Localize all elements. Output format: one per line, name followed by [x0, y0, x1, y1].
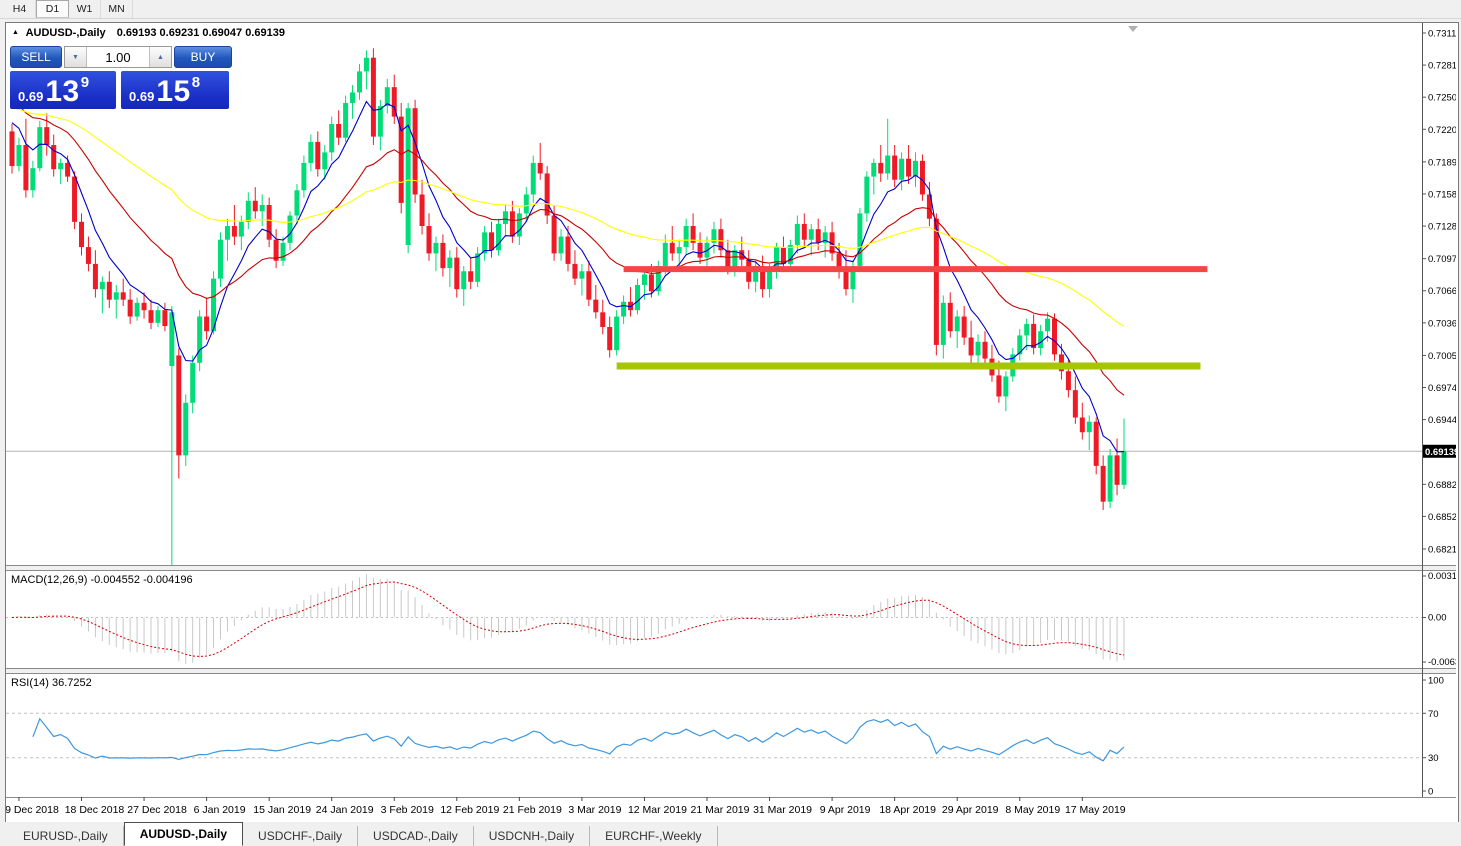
- buy-price-box[interactable]: 0.69 15 8: [121, 71, 229, 109]
- svg-text:0: 0: [1428, 787, 1433, 798]
- svg-text:0.72810: 0.72810: [1428, 61, 1456, 72]
- timeframe-button-w1[interactable]: W1: [69, 0, 101, 18]
- svg-text:0.69139: 0.69139: [1425, 447, 1456, 458]
- svg-text:0.69440: 0.69440: [1428, 415, 1456, 426]
- svg-text:27 Dec 2018: 27 Dec 2018: [127, 804, 187, 816]
- lot-size-field[interactable]: 1.00: [87, 47, 149, 67]
- chart-canvas[interactable]: 0.73115 0.72810 0.72505 0.72200 0.71890 0.715…: [6, 23, 1456, 820]
- lot-size-stepper: ▼ 1.00 ▲: [64, 46, 172, 68]
- svg-text:0.72505: 0.72505: [1428, 93, 1456, 104]
- svg-text:0.70665: 0.70665: [1428, 286, 1456, 297]
- sell-price-box[interactable]: 0.69 13 9: [10, 71, 116, 109]
- svg-text:9 Dec 2018: 9 Dec 2018: [6, 804, 59, 816]
- chart-tab-bar: EURUSD-,DailyAUDUSD-,DailyUSDCHF-,DailyU…: [0, 822, 1461, 846]
- svg-text:0.72200: 0.72200: [1428, 125, 1456, 136]
- svg-text:0.003164: 0.003164: [1428, 571, 1456, 582]
- buy-price-main: 15: [156, 80, 190, 105]
- chart-tab-usdcad-daily[interactable]: USDCAD-,Daily: [358, 826, 474, 846]
- buy-button[interactable]: BUY: [174, 46, 232, 68]
- timeframe-button-h4[interactable]: H4: [4, 0, 36, 18]
- svg-text:0.68520: 0.68520: [1428, 512, 1456, 523]
- svg-text:0.70360: 0.70360: [1428, 318, 1456, 329]
- svg-text:0.70970: 0.70970: [1428, 254, 1456, 265]
- chart-tab-usdchf-daily[interactable]: USDCHF-,Daily: [243, 826, 358, 846]
- sell-button[interactable]: SELL: [10, 46, 62, 68]
- svg-text:6 Jan 2019: 6 Jan 2019: [194, 804, 246, 816]
- svg-text:0.71585: 0.71585: [1428, 189, 1456, 200]
- svg-text:0.73115: 0.73115: [1428, 29, 1456, 40]
- timeframe-toolbar: H4D1W1MN: [0, 0, 1461, 19]
- svg-text:0.68825: 0.68825: [1428, 480, 1456, 491]
- timeframe-button-d1[interactable]: D1: [36, 0, 69, 18]
- timeframe-button-mn[interactable]: MN: [101, 0, 133, 18]
- sell-price-pip: 9: [81, 74, 89, 91]
- svg-text:0.71890: 0.71890: [1428, 157, 1456, 168]
- svg-text:12 Feb 2019: 12 Feb 2019: [440, 804, 499, 816]
- svg-text:0.69745: 0.69745: [1428, 383, 1456, 394]
- one-click-trading-panel: SELL ▼ 1.00 ▲ BUY 0.69 13 9 0.69 15 8: [10, 46, 232, 109]
- chart-window: 0.73115 0.72810 0.72505 0.72200 0.71890 0.715…: [5, 22, 1459, 823]
- svg-text:9 Apr 2019: 9 Apr 2019: [820, 804, 871, 816]
- lot-decrease-button[interactable]: ▼: [65, 47, 87, 67]
- svg-text:-0.006317: -0.006317: [1428, 657, 1456, 668]
- svg-text:21 Mar 2019: 21 Mar 2019: [691, 804, 750, 816]
- svg-text:0.70050: 0.70050: [1428, 351, 1456, 362]
- chart-tab-usdcnh-daily[interactable]: USDCNH-,Daily: [474, 826, 590, 846]
- rsi-label: RSI(14) 36.7252: [11, 677, 92, 689]
- chart-ohlc-values: 0.69193 0.69231 0.69047 0.69139: [117, 27, 285, 39]
- svg-text:15 Jan 2019: 15 Jan 2019: [253, 804, 311, 816]
- svg-text:24 Jan 2019: 24 Jan 2019: [316, 804, 374, 816]
- svg-text:3 Mar 2019: 3 Mar 2019: [568, 804, 621, 816]
- svg-text:0.00: 0.00: [1428, 612, 1447, 623]
- svg-text:12 Mar 2019: 12 Mar 2019: [628, 804, 687, 816]
- svg-text:8 May 2019: 8 May 2019: [1005, 804, 1060, 816]
- svg-text:0.71280: 0.71280: [1428, 222, 1456, 233]
- svg-text:17 May 2019: 17 May 2019: [1065, 804, 1126, 816]
- svg-text:3 Feb 2019: 3 Feb 2019: [381, 804, 434, 816]
- buy-price-pip: 8: [192, 74, 200, 91]
- buy-price-prefix: 0.69: [129, 89, 154, 105]
- chart-tab-audusd-daily[interactable]: AUDUSD-,Daily: [124, 822, 243, 846]
- sell-price-prefix: 0.69: [18, 89, 43, 105]
- svg-text:18 Apr 2019: 18 Apr 2019: [879, 804, 936, 816]
- svg-text:31 Mar 2019: 31 Mar 2019: [753, 804, 812, 816]
- lot-increase-button[interactable]: ▲: [149, 47, 171, 67]
- svg-text:18 Dec 2018: 18 Dec 2018: [65, 804, 125, 816]
- chart-title: ▲ AUDUSD-,Daily 0.69193 0.69231 0.69047 …: [12, 27, 285, 39]
- svg-text:30: 30: [1428, 753, 1439, 764]
- chart-tab-eurusd-daily[interactable]: EURUSD-,Daily: [8, 826, 124, 846]
- collapse-arrow-icon[interactable]: ▲: [12, 29, 19, 36]
- chart-tab-eurchf-weekly[interactable]: EURCHF-,Weekly: [590, 826, 717, 846]
- macd-label: MACD(12,26,9) -0.004552 -0.004196: [11, 574, 193, 586]
- svg-text:29 Apr 2019: 29 Apr 2019: [942, 804, 999, 816]
- svg-text:100: 100: [1428, 676, 1444, 687]
- svg-text:21 Feb 2019: 21 Feb 2019: [503, 804, 562, 816]
- svg-text:70: 70: [1428, 709, 1439, 720]
- svg-text:0.68210: 0.68210: [1428, 545, 1456, 556]
- sell-price-main: 13: [45, 80, 79, 105]
- chart-symbol-label: AUDUSD-,Daily: [26, 27, 106, 39]
